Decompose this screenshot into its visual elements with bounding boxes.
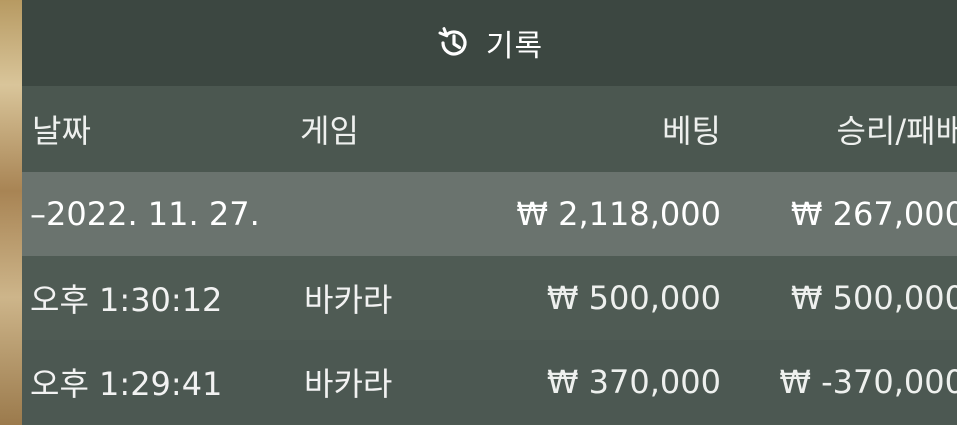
row-time: 오후 1:30:12	[30, 281, 223, 319]
history-header: 기록	[22, 0, 957, 86]
date-group-label: –2022. 11. 27.	[30, 195, 260, 233]
row-game: 바카라	[304, 365, 393, 403]
page-title: 기록	[485, 29, 544, 64]
column-header-bet[interactable]: 베팅	[662, 86, 721, 172]
row-result: ₩ -370,000	[779, 363, 957, 401]
row-result: ₩ 500,000	[790, 279, 957, 317]
row-time: 오후 1:29:41	[30, 365, 223, 403]
table-header: 날짜 게임 베팅 승리/패배	[22, 86, 957, 172]
history-panel: 기록 날짜 게임 베팅 승리/패배 –2022. 11. 27. ₩ 2,118…	[22, 0, 957, 425]
row-bet: ₩ 370,000	[546, 363, 721, 401]
history-icon	[436, 25, 472, 61]
table-row[interactable]: 오후 1:30:12 바카라 ₩ 500,000 ₩ 500,000	[22, 256, 957, 340]
row-game: 바카라	[304, 281, 393, 319]
background-image-strip	[0, 0, 24, 425]
table-row[interactable]: 오후 1:29:41 바카라 ₩ 370,000 ₩ -370,000	[22, 340, 957, 424]
date-group-bet-total: ₩ 2,118,000	[516, 195, 721, 233]
column-header-date[interactable]: 날짜	[32, 86, 91, 172]
column-header-result[interactable]: 승리/패배	[836, 86, 957, 172]
date-group-result-total: ₩ 267,000	[790, 195, 957, 233]
row-bet: ₩ 500,000	[546, 279, 721, 317]
column-header-game[interactable]: 게임	[300, 86, 359, 172]
header-title-group: 기록	[436, 21, 543, 65]
date-group-row[interactable]: –2022. 11. 27. ₩ 2,118,000 ₩ 267,000	[22, 172, 957, 256]
